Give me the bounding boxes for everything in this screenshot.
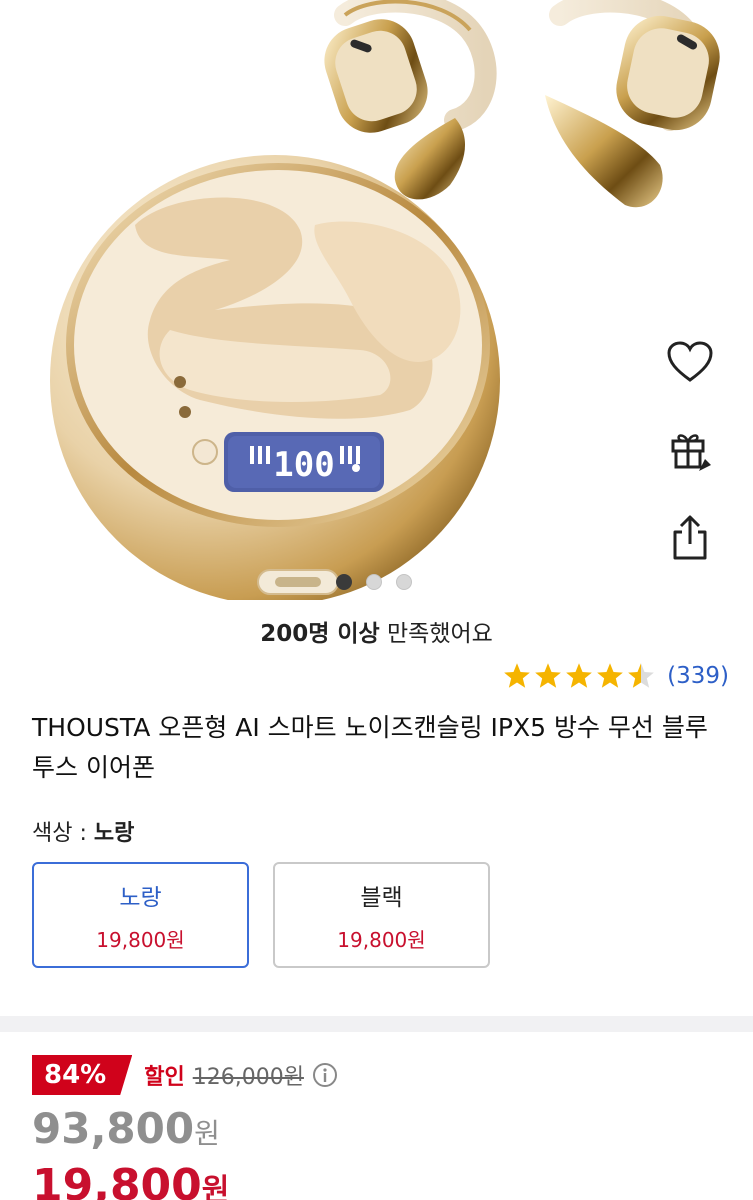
sale-price: 19,800원 — [32, 1160, 229, 1200]
gift-button[interactable] — [660, 420, 720, 480]
color-selection-label: 색상 : 노랑 — [32, 815, 134, 847]
satisfaction-count: 200명 이상 — [260, 621, 380, 647]
case-battery-display: 100 — [273, 445, 334, 485]
gift-icon — [671, 434, 711, 471]
product-image: 100 — [50, 0, 720, 600]
discount-label: 할인 — [144, 1065, 185, 1090]
member-price-value: 93,800 — [32, 1104, 195, 1153]
discount-badge: 84% — [32, 1055, 133, 1095]
share-button[interactable] — [660, 508, 720, 568]
sale-price-unit: 원 — [201, 1173, 230, 1200]
member-price: 93,800원 — [32, 1104, 220, 1153]
product-image-gallery[interactable]: 100 — [0, 0, 753, 600]
sale-price-value: 19,800 — [32, 1160, 202, 1200]
color-option-black[interactable]: 블랙 19,800원 — [273, 862, 490, 968]
product-title: THOUSTA 오픈형 AI 스마트 노이즈캔슬링 IPX5 방수 무선 블루투… — [32, 713, 708, 782]
option-name: 노랑 — [119, 884, 162, 911]
rating-summary[interactable]: (339) — [503, 662, 729, 689]
review-count-link[interactable]: (339) — [667, 663, 729, 689]
option-price: 19,800원 — [96, 927, 185, 952]
info-icon[interactable] — [312, 1062, 338, 1088]
color-label-prefix: 색상 : — [32, 821, 94, 846]
star-icon — [504, 663, 530, 688]
star-icon — [535, 663, 561, 688]
heart-icon — [667, 341, 713, 382]
star-icon — [566, 663, 592, 688]
pagination-dot[interactable] — [366, 574, 382, 590]
pagination-dot[interactable] — [396, 574, 412, 590]
selected-color: 노랑 — [93, 821, 135, 846]
wishlist-button[interactable] — [660, 332, 720, 392]
option-name: 블랙 — [360, 884, 403, 911]
option-price: 19,800원 — [337, 927, 426, 952]
share-icon — [673, 515, 707, 560]
color-option-yellow[interactable]: 노랑 19,800원 — [32, 862, 249, 968]
side-action-bar — [660, 332, 720, 596]
gallery-pagination[interactable] — [336, 574, 412, 590]
section-divider — [0, 1016, 753, 1032]
pagination-dot[interactable] — [336, 574, 352, 590]
original-price: 126,000원 — [192, 1065, 304, 1090]
discount-row: 84% 할인 126,000원 — [32, 1055, 338, 1095]
half-star-icon — [628, 663, 654, 688]
color-options: 노랑 19,800원 블랙 19,800원 — [32, 862, 490, 968]
satisfaction-text: 만족했어요 — [379, 621, 493, 647]
star-icon — [597, 663, 623, 688]
star-rating — [503, 662, 655, 689]
satisfaction-summary: 200명 이상 만족했어요 — [0, 614, 753, 648]
member-price-unit: 원 — [194, 1117, 220, 1150]
